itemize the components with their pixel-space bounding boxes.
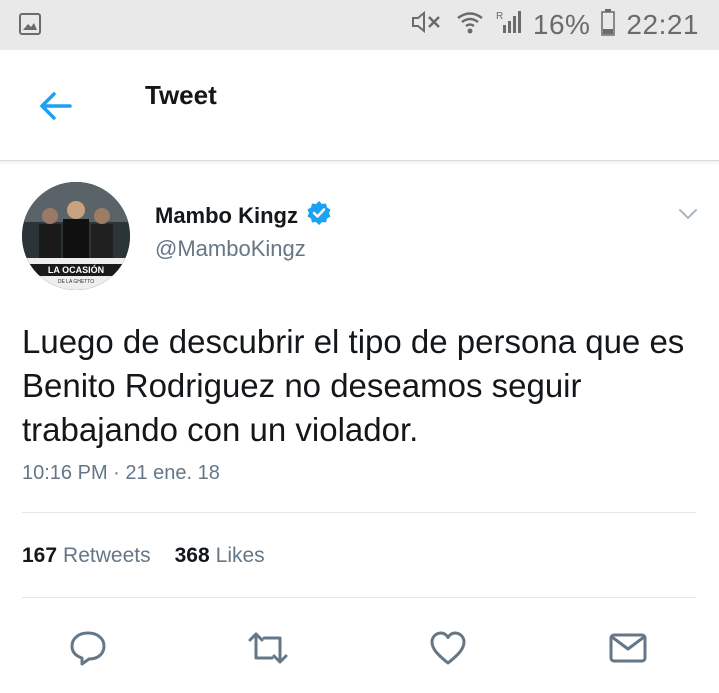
divider	[22, 512, 696, 513]
battery-percent: 16%	[532, 8, 591, 40]
mute-icon	[409, 9, 445, 40]
avatar-subcaption: DE LA GHETTO	[58, 279, 94, 285]
author-name-row[interactable]: Mambo Kingz	[155, 200, 332, 231]
status-time: 22:21	[626, 8, 699, 40]
signal-label: R	[496, 11, 503, 22]
retweet-icon[interactable]	[246, 626, 290, 670]
battery-icon	[600, 8, 616, 41]
page-title: Tweet	[145, 80, 217, 110]
like-icon[interactable]	[426, 626, 470, 670]
wifi-icon	[455, 9, 485, 40]
likes-label: Likes	[215, 544, 265, 567]
likes-stat[interactable]: 368 Likes	[175, 544, 265, 568]
arrow-left-icon[interactable]	[36, 86, 76, 126]
signal-icon: R	[495, 9, 523, 40]
avatar-caption: LA OCASIÓN	[48, 264, 104, 275]
author-handle[interactable]: @MamboKingz	[155, 236, 306, 262]
direct-message-icon[interactable]	[606, 626, 650, 670]
retweets-stat[interactable]: 167 Retweets	[22, 544, 151, 568]
tweet-actions	[0, 620, 719, 680]
avatar[interactable]: LA OCASIÓN DE LA GHETTO	[22, 182, 130, 290]
status-bar: R 16% 22:21	[0, 0, 719, 50]
gallery-icon	[18, 12, 42, 41]
tweet-text: Luego de descubrir el tipo de persona qu…	[22, 323, 685, 448]
chevron-down-icon[interactable]	[676, 202, 700, 226]
verified-badge-icon	[306, 200, 332, 231]
likes-count: 368	[174, 544, 210, 567]
tweet-stats: 167 Retweets 368 Likes	[22, 544, 265, 568]
app-header: Tweet	[0, 50, 719, 161]
author-display-name[interactable]: Mambo Kingz	[155, 203, 298, 229]
retweets-label: Retweets	[63, 544, 151, 567]
reply-icon[interactable]	[66, 626, 110, 670]
status-icons: R 16% 22:21	[409, 8, 699, 41]
divider	[22, 597, 696, 598]
retweets-count: 167	[22, 544, 58, 567]
tweet-timestamp: 10:16 PM · 21 ene. 18	[22, 462, 220, 484]
